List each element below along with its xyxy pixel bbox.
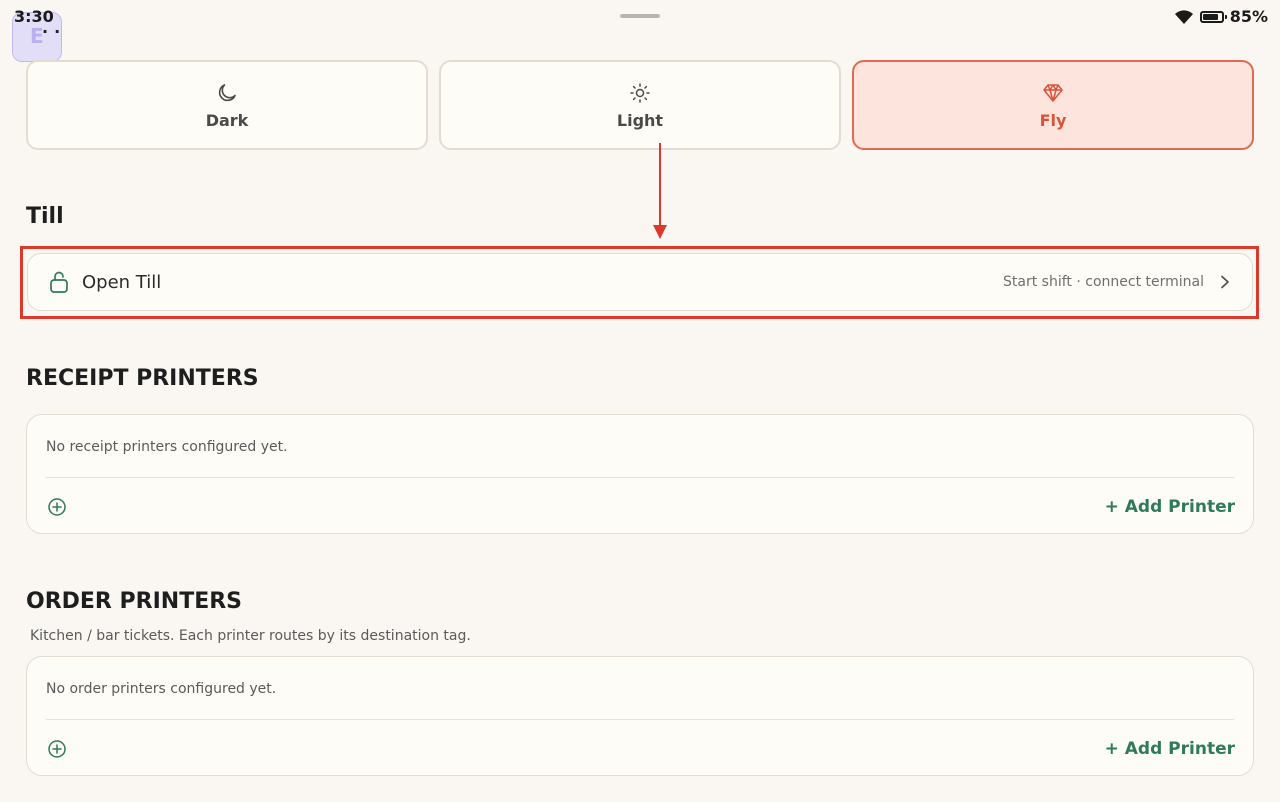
add-receipt-printer-button[interactable]: + Add Printer — [1105, 497, 1235, 517]
drag-handle[interactable] — [620, 14, 660, 18]
theme-option-fly[interactable]: Fly — [852, 60, 1254, 150]
divider — [46, 719, 1234, 720]
status-time: 3:30 — [14, 7, 54, 26]
chevron-right-icon — [1221, 275, 1229, 289]
status-indicators: 85% — [1174, 7, 1268, 26]
battery-percent: 85% — [1229, 7, 1268, 26]
theme-option-light[interactable]: Light — [439, 60, 841, 150]
till-section-title: Till — [26, 204, 64, 229]
sun-icon — [630, 82, 650, 103]
receipt-printers-card: No receipt printers configured yet. + Ad… — [26, 414, 1254, 534]
theme-option-label: Light — [616, 110, 664, 130]
moon-icon — [218, 83, 236, 101]
wifi-icon — [1174, 9, 1193, 24]
order-printers-subtitle: Kitchen / bar tickets. Each printer rout… — [30, 628, 471, 644]
divider — [46, 477, 1234, 478]
unlock-icon — [50, 271, 68, 293]
theme-selector: Dark Light Fly — [26, 60, 1254, 150]
battery-fill — [1202, 13, 1218, 20]
order-printers-card: No order printers configured yet. + Add … — [26, 656, 1254, 776]
settings-page: E ·· 3:30 85% Dark Light Fly Till Open T… — [0, 0, 1280, 802]
theme-option-label: Fly — [1039, 110, 1067, 130]
order-printers-title: ORDER PRINTERS — [26, 589, 243, 614]
order-printers-empty-text: No order printers configured yet. — [46, 681, 277, 697]
open-till-title: Open Till — [82, 271, 162, 293]
add-order-printer-button[interactable]: + Add Printer — [1105, 739, 1235, 759]
annotation-arrow-head — [653, 225, 667, 239]
battery-icon — [1199, 10, 1227, 23]
add-circle-icon[interactable] — [47, 497, 67, 517]
theme-option-label: Dark — [205, 110, 249, 130]
add-circle-icon[interactable] — [47, 739, 67, 759]
open-till-row[interactable]: Open Till Start shift · connect terminal — [27, 253, 1253, 311]
annotation-arrow-line — [659, 143, 661, 227]
open-till-meta: Start shift · connect terminal — [1003, 274, 1204, 290]
theme-option-dark[interactable]: Dark — [26, 60, 428, 150]
diamond-icon — [1043, 83, 1063, 102]
receipt-printers-empty-text: No receipt printers configured yet. — [46, 439, 288, 455]
receipt-printers-title: RECEIPT PRINTERS — [26, 366, 259, 391]
